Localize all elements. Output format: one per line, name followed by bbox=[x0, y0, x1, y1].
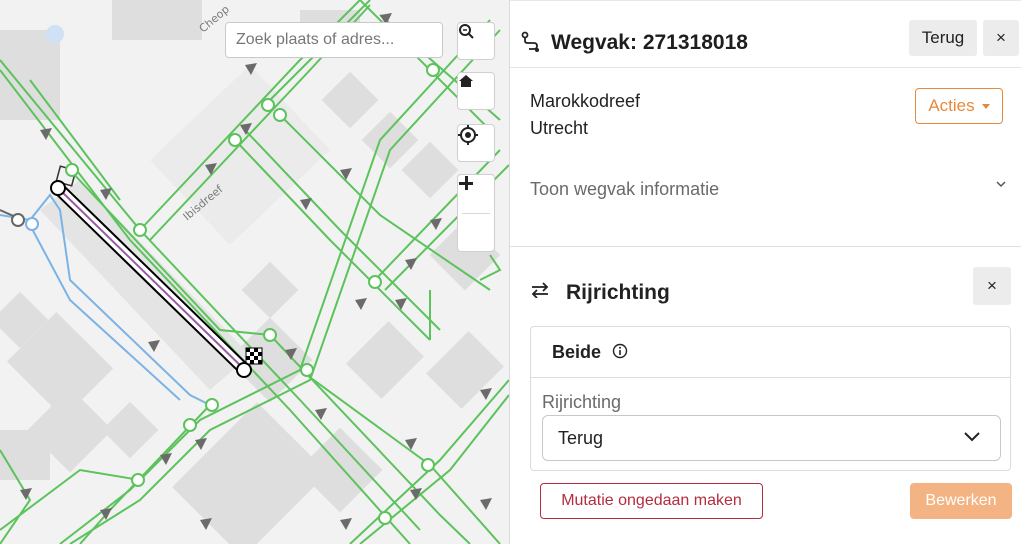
chevron-down-icon bbox=[964, 432, 980, 442]
blue-node[interactable] bbox=[25, 217, 39, 231]
side-panel: Wegvak: 271318018 Terug × Marokkodreef U… bbox=[510, 0, 1021, 544]
divider bbox=[510, 246, 1021, 247]
caret-down-icon bbox=[981, 103, 990, 109]
route-icon bbox=[521, 31, 539, 52]
segment-end-marker bbox=[245, 347, 263, 365]
close-section-button[interactable]: × bbox=[973, 267, 1011, 305]
zoom-controls bbox=[457, 174, 495, 252]
undo-mutation-button[interactable]: Mutatie ongedaan maken bbox=[540, 483, 763, 519]
locate-icon bbox=[458, 125, 478, 145]
map-canvas[interactable]: Ibisdreef Cheop bbox=[0, 0, 509, 544]
city-name: Utrecht bbox=[530, 118, 589, 138]
swap-arrows-icon bbox=[531, 282, 549, 298]
building-block bbox=[150, 65, 330, 245]
section-title: Rijrichting bbox=[566, 281, 670, 304]
panel-header: Wegvak: 271318018 Terug × bbox=[510, 0, 1021, 68]
locate-button[interactable] bbox=[457, 124, 495, 162]
field-label: Rijrichting bbox=[542, 392, 622, 412]
street-name: Marokkodreef bbox=[530, 91, 641, 111]
home-icon bbox=[459, 75, 473, 87]
card-title: Beide bbox=[552, 342, 602, 362]
select-value: Terug bbox=[558, 428, 604, 448]
home-button[interactable] bbox=[457, 72, 495, 110]
search-input[interactable] bbox=[225, 22, 443, 58]
water-marker bbox=[46, 25, 64, 43]
close-panel-button[interactable]: × bbox=[983, 20, 1019, 56]
direction-card: Beide Rijrichting Terug bbox=[530, 326, 1011, 471]
toggle-segment-info[interactable]: Toon wegvak informatie bbox=[530, 179, 719, 200]
grey-node[interactable] bbox=[11, 213, 25, 227]
zoom-search-button[interactable] bbox=[457, 22, 495, 60]
direction-select[interactable]: Terug bbox=[542, 415, 1001, 461]
info-icon[interactable] bbox=[612, 343, 628, 359]
page-title: Wegvak: 271318018 bbox=[551, 31, 748, 54]
segment-end-node[interactable] bbox=[236, 362, 252, 378]
segment-start-node[interactable] bbox=[50, 180, 66, 196]
back-button[interactable]: Terug bbox=[909, 20, 977, 56]
zoom-out-button[interactable] bbox=[458, 182, 494, 252]
actions-dropdown-button[interactable]: Acties bbox=[915, 88, 1003, 124]
actions-label: Acties bbox=[928, 96, 975, 115]
zoom-search-icon bbox=[459, 24, 474, 39]
map-view[interactable]: Ibisdreef Cheop bbox=[0, 0, 510, 544]
chevron-down-icon[interactable] bbox=[996, 180, 1006, 188]
card-header: Beide bbox=[531, 327, 1010, 378]
minus-icon bbox=[459, 182, 473, 185]
edit-button[interactable]: Bewerken bbox=[910, 483, 1012, 519]
